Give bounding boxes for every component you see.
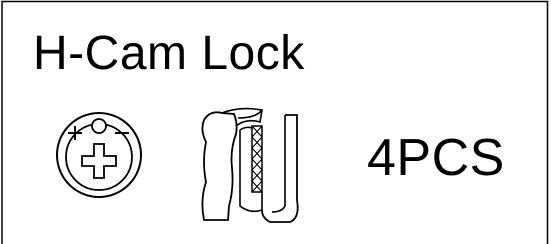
quantity-label: 4PCS xyxy=(367,129,505,187)
hardware-label-card: H-Cam Lock 4PCS xyxy=(0,0,551,244)
cam-lock-bolt-icon xyxy=(201,107,299,223)
